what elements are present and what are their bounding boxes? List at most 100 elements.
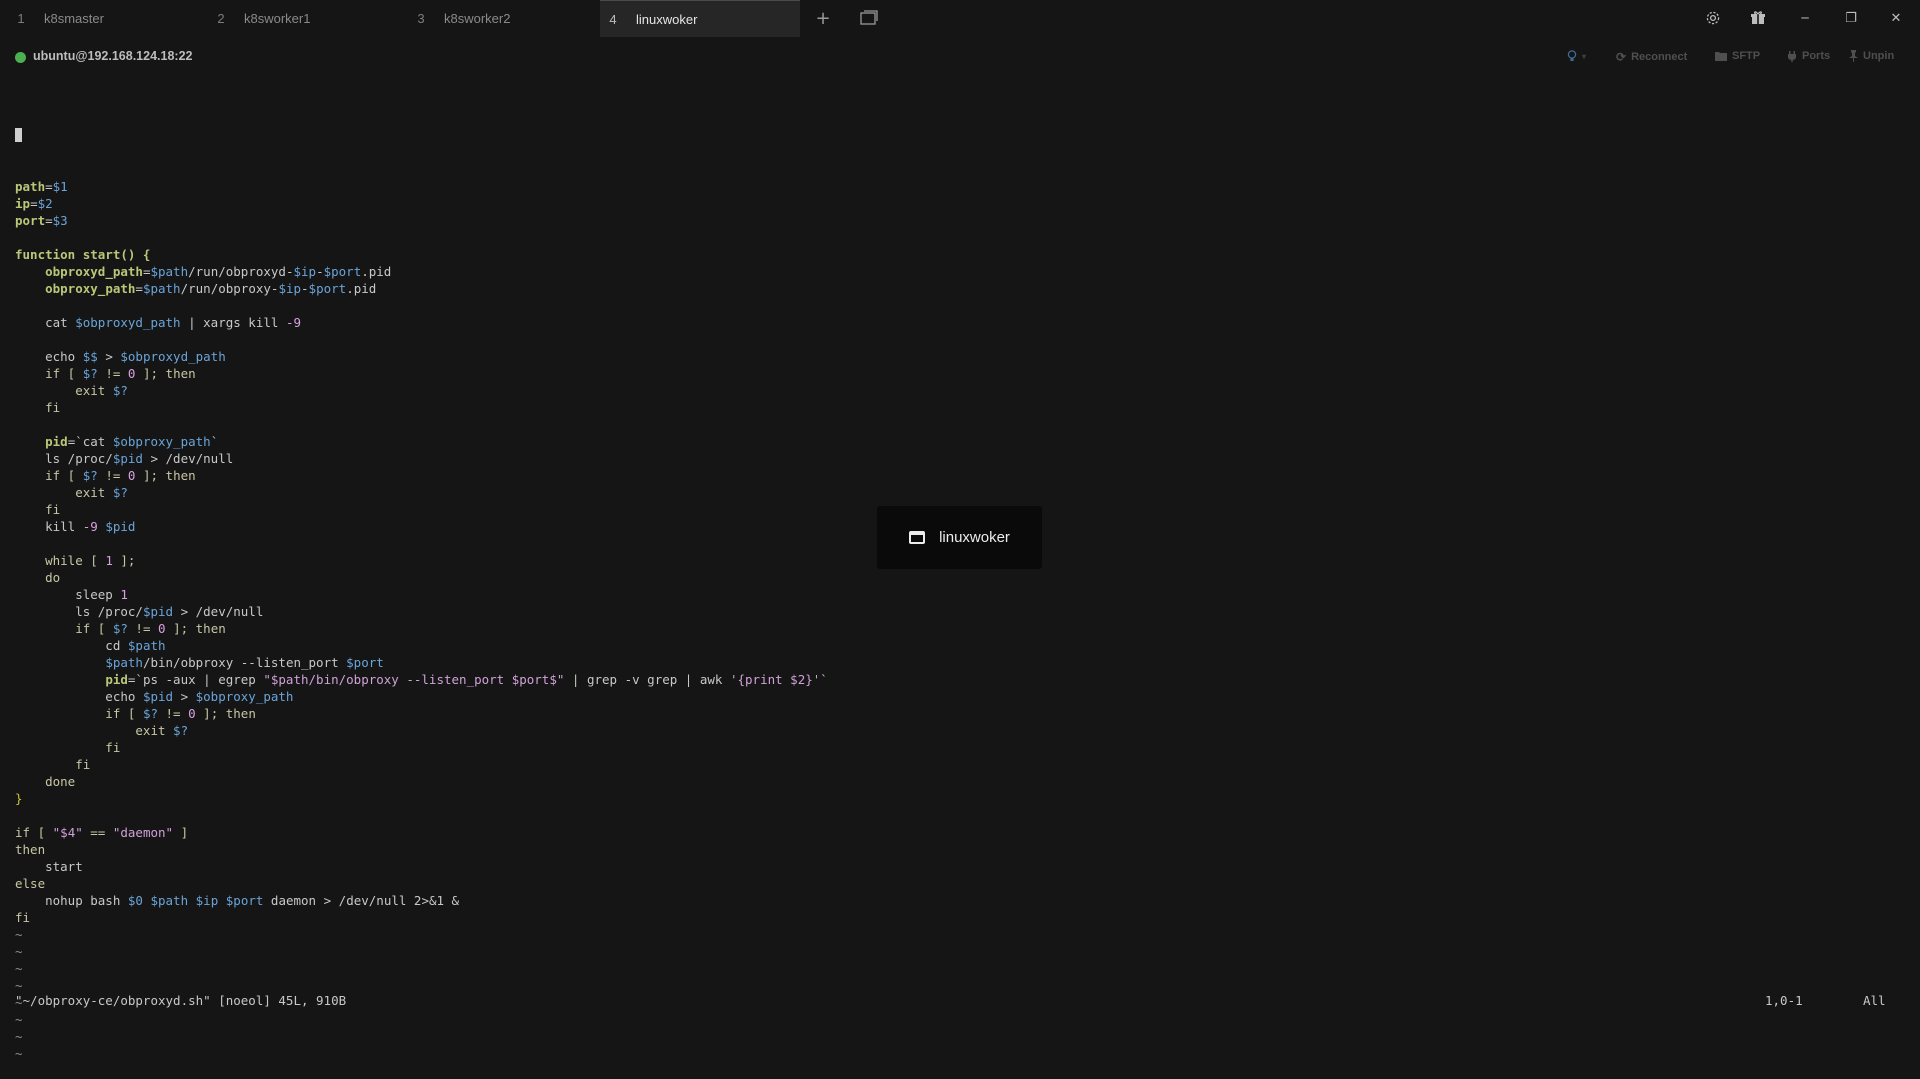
code-token: daemon > /dev/null 2>&1 & [263,893,460,908]
code-line: if [ $? != 0 ]; then [15,620,828,637]
code-token: ls /proc/ [15,451,113,466]
code-token: ]; [112,553,136,568]
code-token: $port [323,264,362,279]
code-token: $pid [142,604,174,619]
code-line: while [ 1 ]; [15,552,828,569]
code-token: fi [15,400,61,415]
sftp-button[interactable]: SFTP [1715,50,1760,62]
code-token: ]; then [165,621,226,636]
code-line: exit $? [15,382,828,399]
code-line: ~ [15,960,828,977]
tab-label: k8smaster [44,11,104,26]
code-token: $pid [142,689,174,704]
code-token: $ip [195,893,219,908]
code-token: 0 [158,621,166,636]
terminal-output[interactable]: path=$1 ip=$2 port=$3 function start() { ob… [15,93,828,1079]
code-token: /run/obproxyd- [188,264,294,279]
split-view-button[interactable] [857,6,881,30]
code-token: if [ [15,825,53,840]
lightbulb-icon [1567,50,1577,61]
code-token: ] [173,825,189,840]
code-token: if [ [15,468,83,483]
code-token: $port [346,655,384,670]
new-tab-button[interactable]: + [811,6,835,30]
code-line: sleep 1 [15,586,828,603]
terminal-window-icon [909,531,926,544]
tab-bar: 1 k8smaster 2 k8sworker1 3 k8sworker2 4 … [0,0,1920,38]
cursor-line [15,127,828,144]
code-line: ls /proc/$pid > /dev/null [15,450,828,467]
unpin-button[interactable]: Unpin [1849,50,1894,62]
code-token: } [15,791,23,806]
code-token: $obproxy_path [195,689,294,704]
code-line: ~ [15,1045,828,1062]
hint-button[interactable]: ▾ [1567,50,1586,62]
restore-button[interactable]: ❐ [1836,5,1866,31]
code-token: | grep -v grep | awk [564,672,730,687]
code-token: $? [82,366,98,381]
code-token: $$ [82,349,98,364]
code-token: $? [112,485,128,500]
code-token: if [ [15,366,83,381]
tab-linuxwoker[interactable]: 4 linuxwoker [600,0,800,38]
code-line: if [ $? != 0 ]; then [15,467,828,484]
code-line: fi [15,501,828,518]
tab-label: k8sworker2 [444,11,511,26]
code-line: ~ [15,1028,828,1045]
code-line: pid=`cat $obproxy_path` [15,433,828,450]
settings-button[interactable] [1698,5,1728,31]
code-token: /run/obproxy- [180,281,279,296]
empty-line-marker: ~ [15,961,23,976]
code-token: "daemon" [112,825,174,840]
tab-k8smaster[interactable]: 1 k8smaster [8,0,198,37]
code-token: nohup bash [15,893,128,908]
code-token: pid [45,434,68,449]
tab-label: linuxwoker [636,12,698,27]
code-token: function start() { [15,247,151,262]
ports-label: Ports [1802,50,1831,62]
folder-icon [1715,52,1727,61]
code-token: > /dev/null [173,604,264,619]
tab-number: 3 [417,11,425,26]
code-line: port=$3 [15,212,828,229]
vim-status-position: 1,0-1 [1765,993,1803,1008]
tab-k8sworker1[interactable]: 2 k8sworker1 [208,0,398,37]
code-token: fi [15,502,61,517]
code-token: "$4" [52,825,83,840]
tab-number: 2 [217,11,225,26]
empty-line-marker: ~ [15,1012,23,1027]
code-token: ` [820,672,828,687]
empty-line-marker: ~ [15,978,23,993]
tab-k8sworker2[interactable]: 3 k8sworker2 [408,0,598,37]
code-token: 0 [188,706,196,721]
code-token: ip [15,196,31,211]
code-line: do [15,569,828,586]
vim-status-scroll: All [1863,993,1886,1008]
code-token: $port [308,281,347,296]
reconnect-button[interactable]: ⟳ Reconnect [1616,50,1687,64]
code-token: fi [15,757,91,772]
code-token: obproxyd_path [45,264,143,279]
code-line: nohup bash $0 $path $ip $port daemon > /… [15,892,828,909]
code-token: then [15,842,46,857]
code-token: -9 [285,315,301,330]
sftp-label: SFTP [1732,50,1761,62]
code-token: | xargs kill [180,315,286,330]
minimize-button[interactable]: ─ [1790,5,1820,31]
code-token: cd [15,638,128,653]
code-token: = [45,179,53,194]
code-token: .pid [361,264,392,279]
code-line: fi [15,739,828,756]
close-button[interactable]: ✕ [1881,5,1911,31]
code-token: != [127,621,159,636]
code-token: =`ps -aux | egrep [127,672,264,687]
code-line: function start() { [15,246,828,263]
gift-button[interactable] [1743,5,1773,31]
code-token: exit [15,485,113,500]
code-token: port [15,213,46,228]
code-line: cat $obproxyd_path | xargs kill -9 [15,314,828,331]
ports-button[interactable]: Ports [1787,50,1830,62]
restore-icon: ❐ [1845,10,1857,26]
code-token: echo [15,689,143,704]
